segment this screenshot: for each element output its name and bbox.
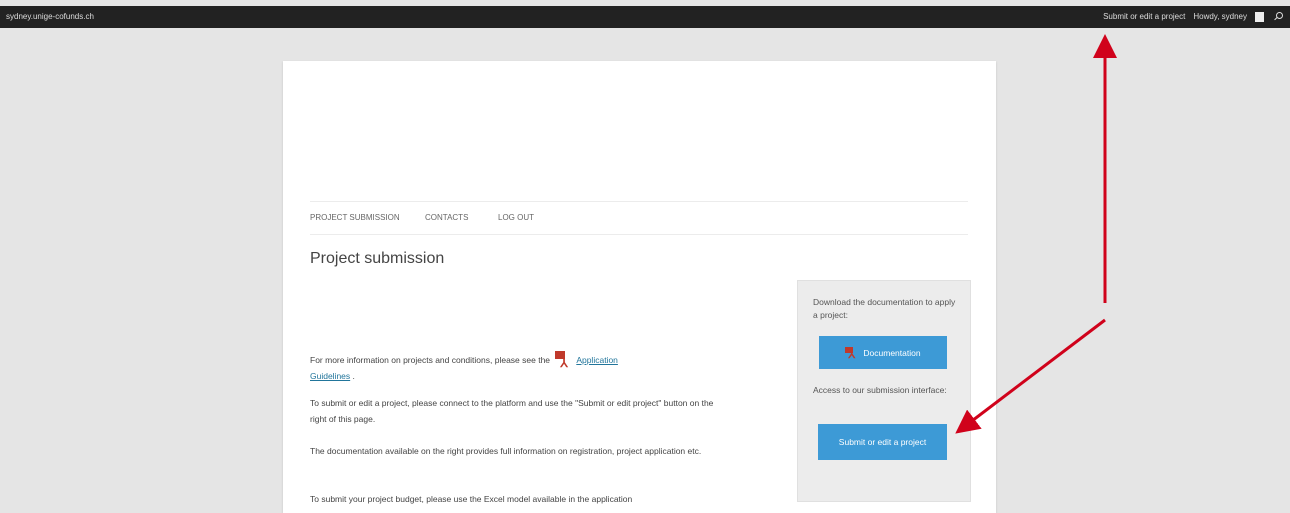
- howdy-user-menu[interactable]: Howdy, sydney: [1193, 6, 1247, 28]
- pdf-icon: ⅄: [555, 351, 571, 370]
- nav-log-out[interactable]: LOG OUT: [498, 202, 534, 234]
- guidelines-link-part1[interactable]: Application: [576, 355, 618, 365]
- documentation-button-label: Documentation: [863, 347, 921, 358]
- paragraph-guidelines: For more information on projects and con…: [310, 351, 730, 384]
- submit-edit-project-button[interactable]: Submit or edit a project: [818, 424, 947, 460]
- paragraph-submit-info: To submit or edit a project, please conn…: [310, 398, 714, 424]
- paragraph-documentation-info: The documentation available on the right…: [310, 446, 702, 456]
- admin-bar-right: Submit or edit a project Howdy, sydney: [1103, 6, 1284, 28]
- paragraph-budget-info: To submit your project budget, please us…: [310, 494, 633, 504]
- avatar[interactable]: [1255, 12, 1264, 22]
- page-title: Project submission: [310, 250, 445, 267]
- nav-project-submission[interactable]: PROJECT SUBMISSION: [310, 202, 400, 234]
- submit-edit-project-link[interactable]: Submit or edit a project: [1103, 6, 1185, 28]
- search-icon[interactable]: [1272, 11, 1284, 23]
- access-text: Access to our submission interface:: [813, 385, 947, 395]
- site-link[interactable]: sydney.unige-cofunds.ch: [6, 6, 94, 28]
- download-text: Download the documentation to apply a pr…: [813, 297, 956, 320]
- main-nav: PROJECT SUBMISSION CONTACTS LOG OUT: [310, 201, 968, 235]
- pdf-icon: ⅄: [845, 346, 857, 361]
- guidelines-link-part2[interactable]: Guidelines: [310, 371, 350, 381]
- admin-bar: sydney.unige-cofunds.ch Submit or edit a…: [0, 6, 1290, 28]
- documentation-button[interactable]: ⅄ Documentation: [819, 336, 947, 369]
- guidelines-text: For more information on projects and con…: [310, 355, 551, 365]
- submit-button-label: Submit or edit a project: [838, 437, 927, 447]
- nav-contacts[interactable]: CONTACTS: [425, 202, 468, 234]
- guidelines-suffix: .: [352, 371, 355, 381]
- content-card: PROJECT SUBMISSION CONTACTS LOG OUT Proj…: [283, 61, 996, 513]
- sidebar-panel: Download the documentation to apply a pr…: [797, 280, 971, 502]
